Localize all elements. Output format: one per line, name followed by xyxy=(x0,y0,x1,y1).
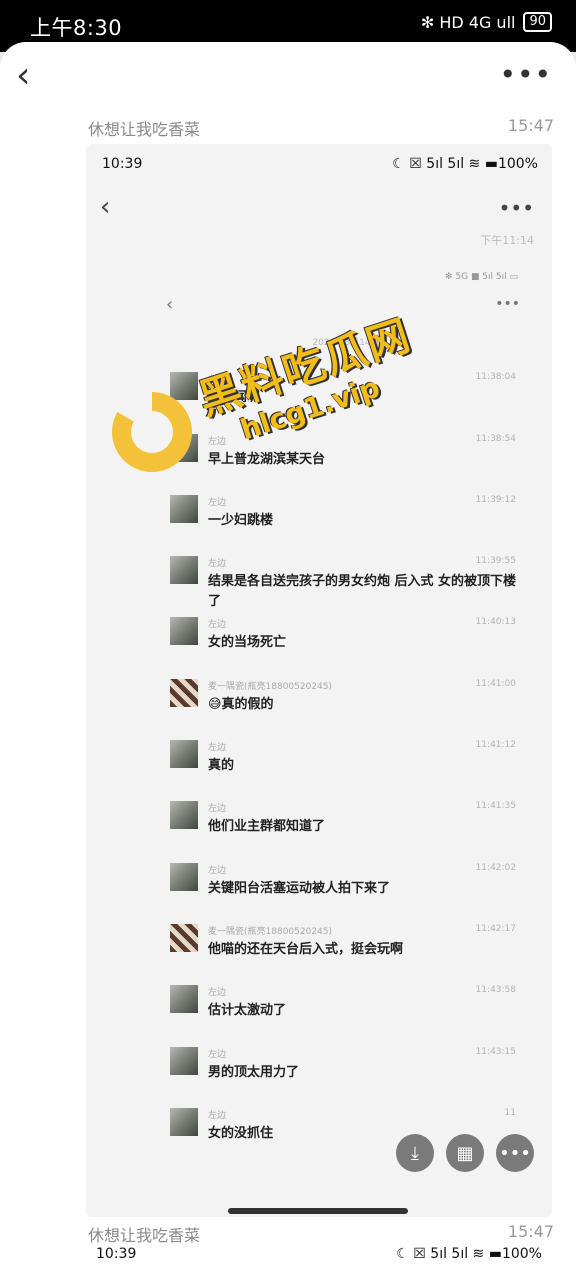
more-button[interactable]: ••• xyxy=(496,1134,534,1172)
avatar xyxy=(170,495,198,523)
download-button[interactable]: ⤓ xyxy=(396,1134,434,1172)
message-text: 真的 xyxy=(208,758,235,773)
next-inner-icons: ☾ ☒ 5ıl 5ıl ≋ ▬100% xyxy=(396,1246,542,1262)
message-sender: 麦一隅瓷(瓶亮18800520245) xyxy=(208,927,333,937)
message-text: 他喵的还在天台后入式，挺会玩啊 xyxy=(208,942,404,957)
next-inner-time: 10:39 xyxy=(96,1246,137,1262)
sender-name: 休想让我吃香菜 xyxy=(88,120,201,139)
message-text: 估计太激动了 xyxy=(208,1003,287,1018)
message-text: 他们业主群都知道了 xyxy=(208,819,326,834)
avatar xyxy=(170,801,198,829)
message-text: 😅真的假的 xyxy=(208,697,274,712)
message-sender: 左边 xyxy=(208,866,227,876)
inner-back-icon: ‹ xyxy=(100,192,111,222)
message-timestamp: 11:41:35 xyxy=(475,801,516,811)
avatar xyxy=(170,1047,198,1075)
screenshot-image[interactable]: 10:39 ☾ ☒ 5ıl 5ıl ≋ ▬100% ‹ ••• 下午11:14 … xyxy=(86,144,552,1217)
message-timestamp: 11:40:13 xyxy=(475,617,516,627)
message-timestamp: 11:41:00 xyxy=(475,679,516,689)
more-options-icon[interactable]: ••• xyxy=(499,58,552,91)
message-sender: 左边 xyxy=(208,988,227,998)
avatar xyxy=(170,985,198,1013)
next-sender-name: 休想让我吃香菜 xyxy=(88,1226,201,1245)
message-timestamp: 11:42:02 xyxy=(475,863,516,873)
avatar xyxy=(170,863,198,891)
image-viewer: ‹ ••• 休想让我吃香菜 15:47 10:39 ☾ ☒ 5ıl 5ıl ≋ … xyxy=(0,42,576,1280)
nested-more-icon: ••• xyxy=(495,296,520,312)
nested-back-icon: ‹ xyxy=(166,294,174,315)
message-text: 女的当场死亡 xyxy=(208,635,287,650)
message-timestamp: 11:39:55 xyxy=(475,556,516,566)
watermark: 黑料吃瓜网 hlcg1.vip xyxy=(108,310,438,480)
message-timestamp: 11:39:12 xyxy=(475,495,516,505)
inner-more-icon: ••• xyxy=(498,196,534,220)
message-time: 15:47 xyxy=(507,116,554,135)
message-sender: 左边 xyxy=(208,620,227,630)
message-sender: 左边 xyxy=(208,804,227,814)
message-sender: 左边 xyxy=(208,743,227,753)
battery-icon: 90 xyxy=(523,12,552,32)
message-timestamp: 11:42:17 xyxy=(475,924,516,934)
message-timestamp: 11:41:12 xyxy=(475,740,516,750)
avatar xyxy=(170,740,198,768)
inner-time: 10:39 xyxy=(102,156,143,172)
avatar xyxy=(170,617,198,645)
home-indicator xyxy=(228,1208,408,1214)
message-timestamp: 11:43:58 xyxy=(475,985,516,995)
signal-icons: ✻ HD 4G ull xyxy=(420,12,516,32)
status-icons: ✻ HD 4G ull 90 xyxy=(421,12,552,32)
message-sender: 左边 xyxy=(208,1050,227,1060)
grid-button[interactable]: ▦ xyxy=(446,1134,484,1172)
message-timestamp: 11:43:15 xyxy=(475,1047,516,1057)
message-sender: 左边 xyxy=(208,1111,227,1121)
avatar xyxy=(170,556,198,584)
avatar xyxy=(170,1108,198,1136)
message-text: 一少妇跳楼 xyxy=(208,513,274,528)
message-sender: 麦一隅瓷(瓶亮18800520245) xyxy=(208,682,333,692)
top-bar: ‹ ••• xyxy=(0,42,576,112)
watermark-logo-icon xyxy=(112,392,192,472)
status-time: 上午8:30 xyxy=(30,16,123,40)
next-message-time: 15:47 xyxy=(507,1222,554,1241)
message-sender: 左边 xyxy=(208,498,227,508)
message-text: 男的顶太用力了 xyxy=(208,1065,300,1080)
inner-status-icons: ☾ ☒ 5ıl 5ıl ≋ ▬100% xyxy=(392,156,538,172)
avatar xyxy=(170,679,198,707)
message-timestamp: 11:38:04 xyxy=(475,372,516,382)
back-button[interactable]: ‹ xyxy=(16,56,30,96)
message-timestamp: 11:38:54 xyxy=(475,434,516,444)
nested-status-bar: ✻ 5G ■ 5ıl 5ıl ▭ xyxy=(444,272,518,282)
inner-chat-time: 下午11:14 xyxy=(480,234,534,247)
message-text: 关键阳台活塞运动被人拍下来了 xyxy=(208,881,391,896)
avatar xyxy=(170,924,198,952)
message-sender: 左边 xyxy=(208,559,227,569)
message-timestamp: 11 xyxy=(504,1108,516,1118)
message-text: 结果是各自送完孩子的男女约炮 后入式 女的被顶下楼了 xyxy=(208,574,517,609)
